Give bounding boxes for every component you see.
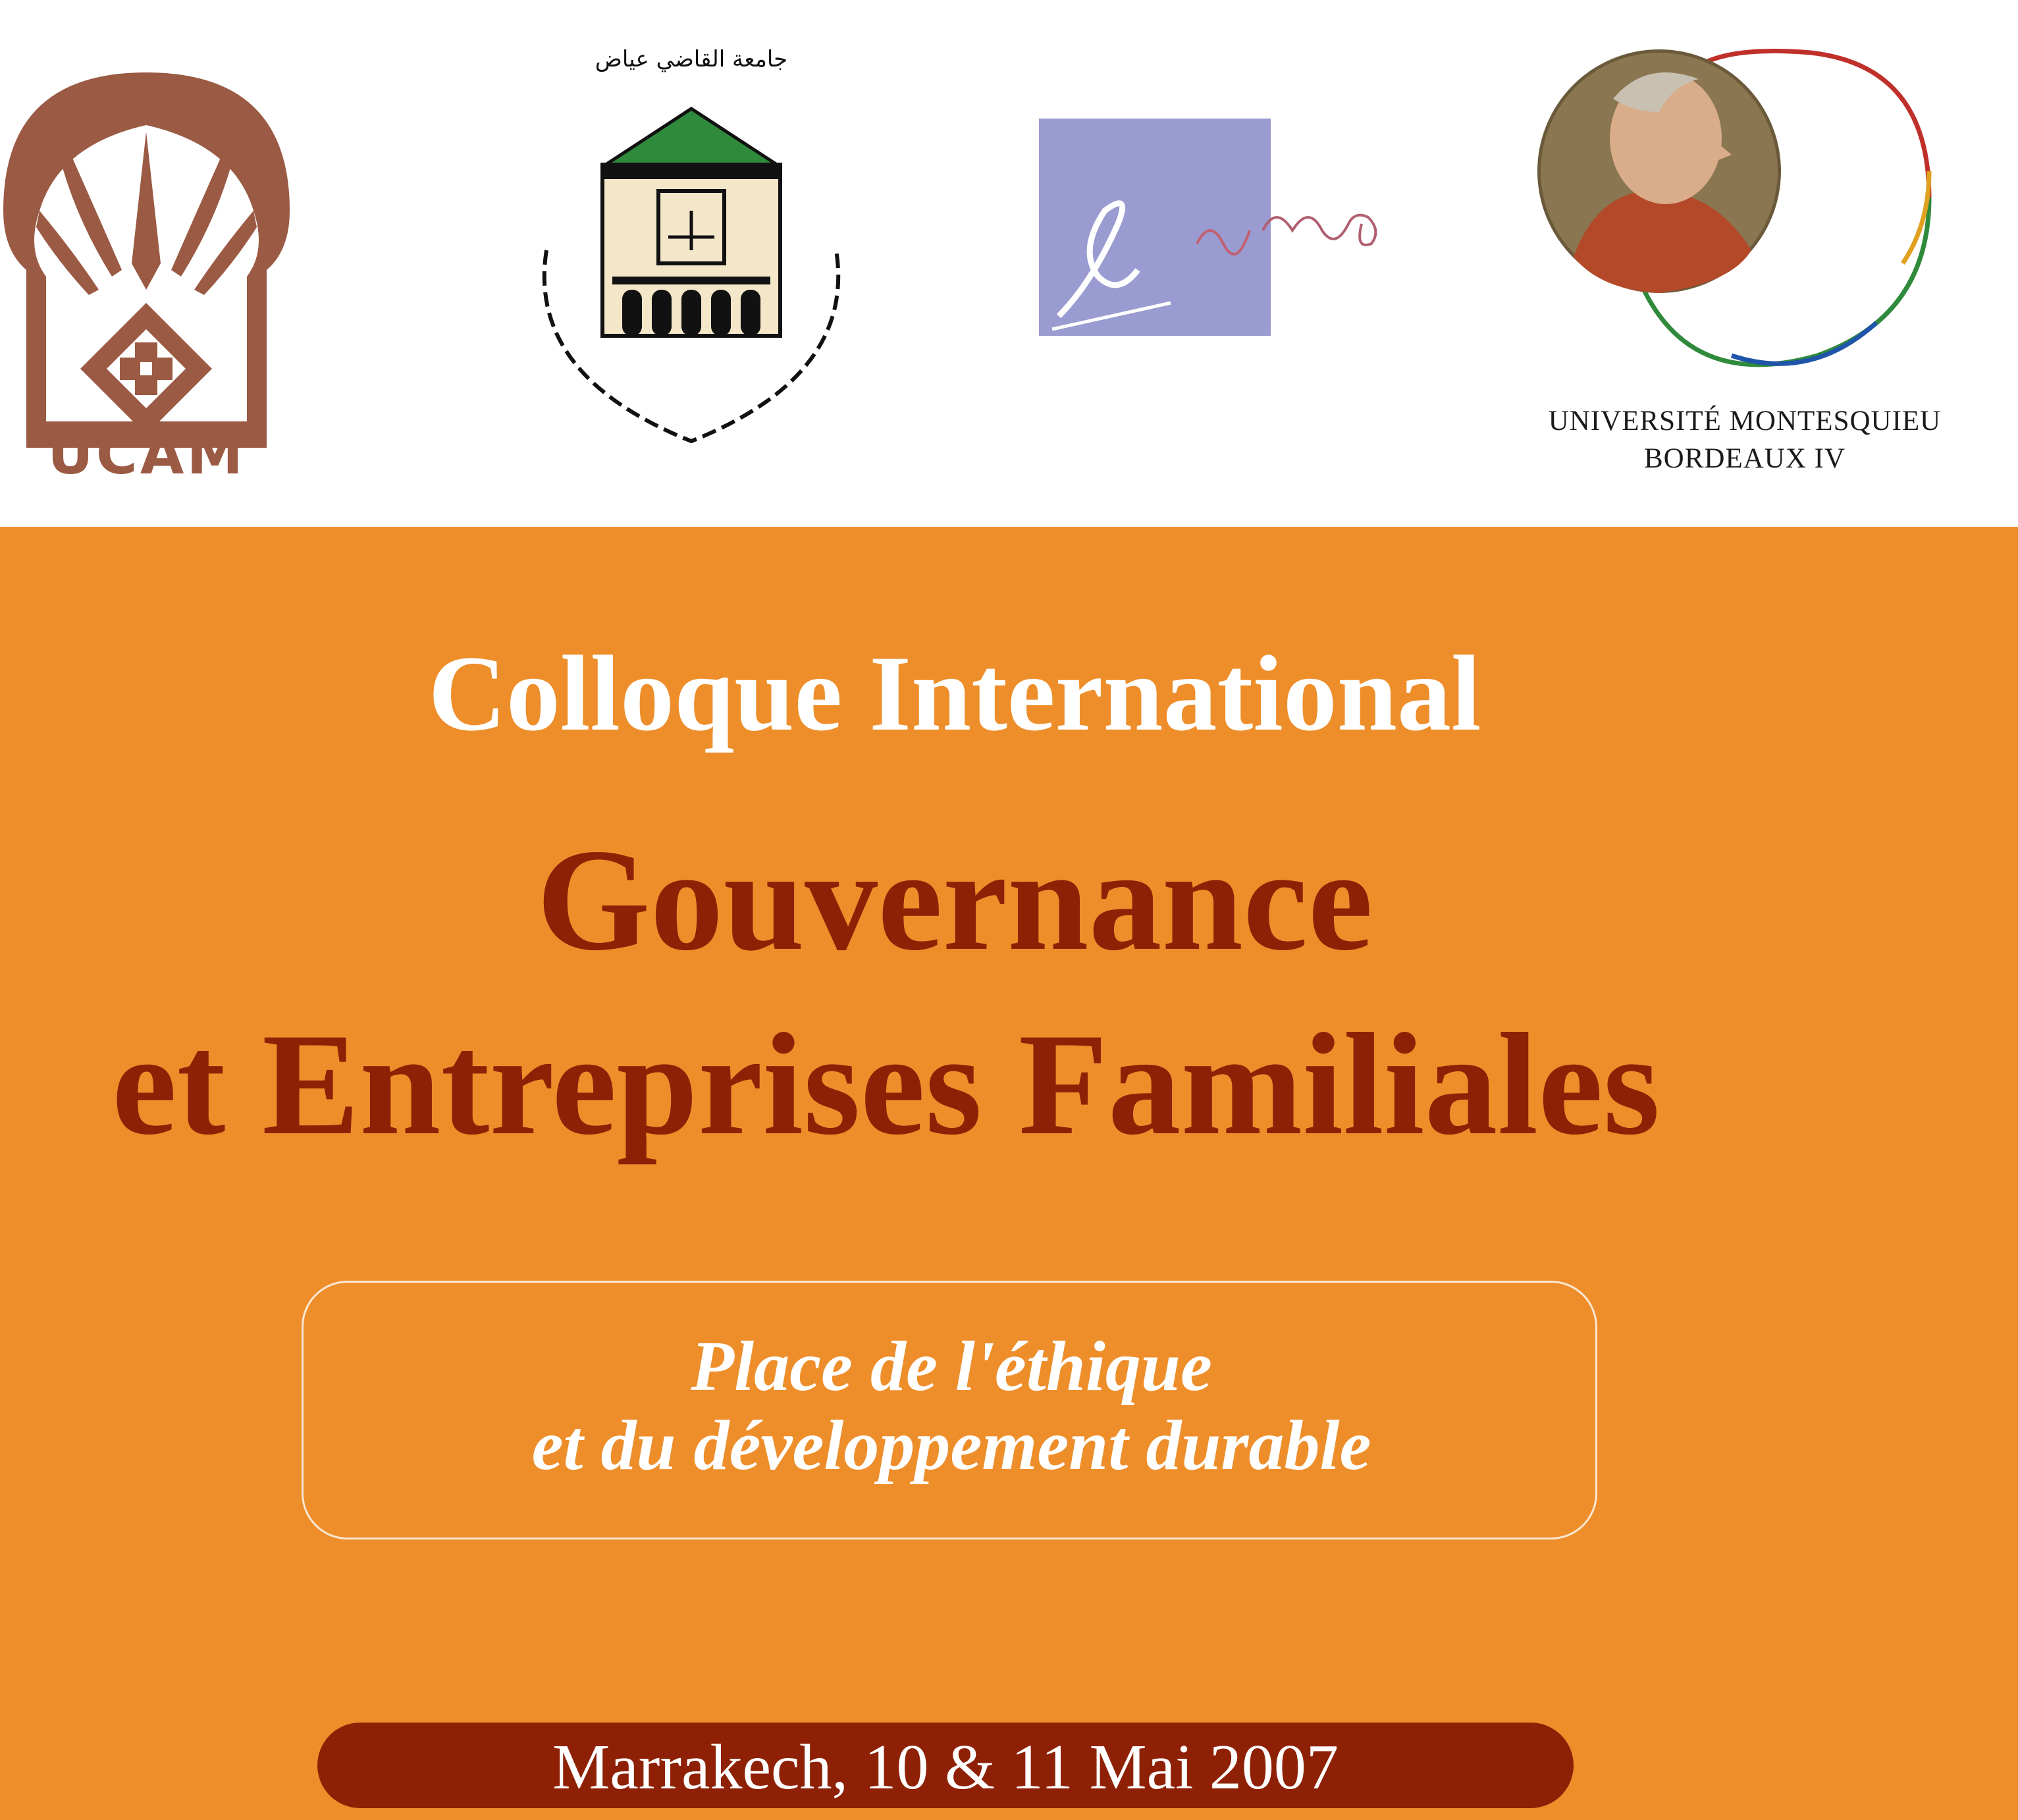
- licme-logo: [1039, 119, 1434, 342]
- event-title-line1: Gouvernance: [536, 819, 1373, 981]
- subtitle-box: Place de l'éthique et du développement d…: [302, 1281, 1597, 1539]
- subtitle-line2: et du développement durable: [531, 1406, 1371, 1485]
- event-date: Marrakech, 10 & 11 Mai 2007: [552, 1732, 1339, 1803]
- event-title-line2: et Entreprises Familiales: [112, 1004, 1660, 1165]
- fsjes-arabic-top: جامعة القاضي عياض: [595, 46, 788, 72]
- event-kind: Colloque International: [428, 634, 1481, 753]
- ucam-logo-text: UCAM: [47, 421, 246, 487]
- university-name-line2: BORDEAUX IV: [1643, 443, 1846, 474]
- fsjes-building-icon: [542, 107, 841, 444]
- university-name-line1: UNIVERSITÉ MONTESQUIEU: [1548, 406, 1942, 437]
- montesquieu-logo: [1534, 40, 1942, 382]
- licme-logo-icon: [1039, 119, 1377, 336]
- date-pill: Marrakech, 10 & 11 Mai 2007: [317, 1723, 1574, 1808]
- subtitle-line1: Place de l'éthique: [691, 1327, 1212, 1406]
- logo-header: UCAM جامعة القاضي عياض UNIVERSITÉ MONTES…: [0, 0, 2018, 527]
- montesquieu-portrait-icon: [1537, 49, 1932, 367]
- ucam-logo: UCAM: [0, 53, 293, 487]
- fsjes-logo: جامعة القاضي عياض: [487, 33, 895, 468]
